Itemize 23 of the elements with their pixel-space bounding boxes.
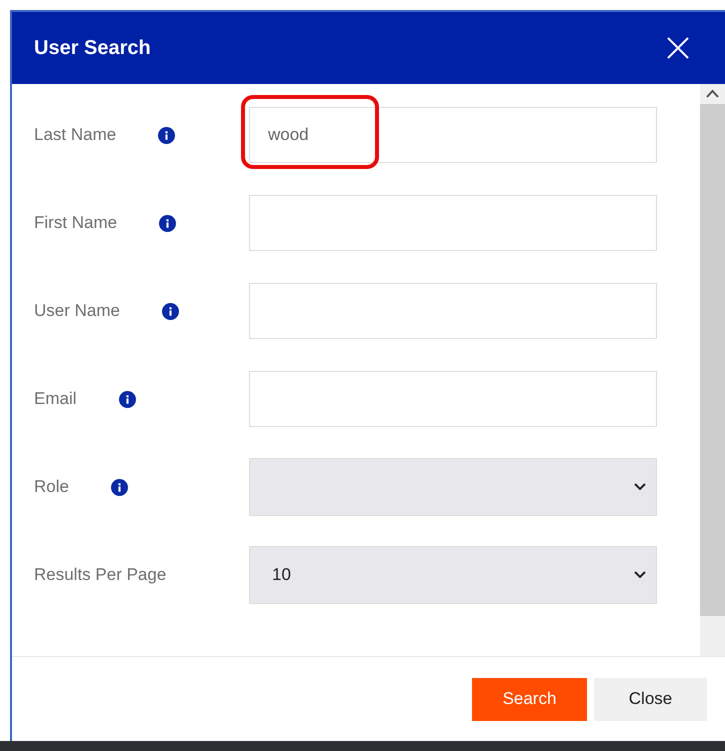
text-field[interactable] (249, 371, 657, 427)
field-label: Last Name (34, 125, 116, 145)
scrollbar[interactable] (700, 84, 725, 656)
close-icon[interactable] (667, 37, 689, 59)
select-field[interactable] (249, 458, 657, 516)
close-button[interactable]: Close (594, 678, 707, 720)
info-icon[interactable] (162, 302, 179, 320)
text-field[interactable] (249, 195, 657, 251)
info-icon[interactable] (118, 390, 136, 408)
info-icon[interactable] (110, 478, 128, 496)
info-icon[interactable] (158, 126, 176, 144)
field-label: Email (34, 389, 77, 409)
text-field[interactable]: wood (249, 107, 657, 163)
select-field[interactable]: 10 (249, 546, 657, 604)
text-field[interactable] (249, 283, 657, 339)
info-icon[interactable] (159, 214, 176, 232)
field-label: Role (34, 477, 69, 497)
chevron-down-icon (634, 571, 646, 579)
dialog-title: User Search (34, 36, 151, 60)
chevron-down-icon (634, 483, 646, 491)
field-label: Results Per Page (34, 565, 166, 585)
field-label: User Name (34, 301, 120, 321)
field-label: First Name (34, 213, 118, 233)
